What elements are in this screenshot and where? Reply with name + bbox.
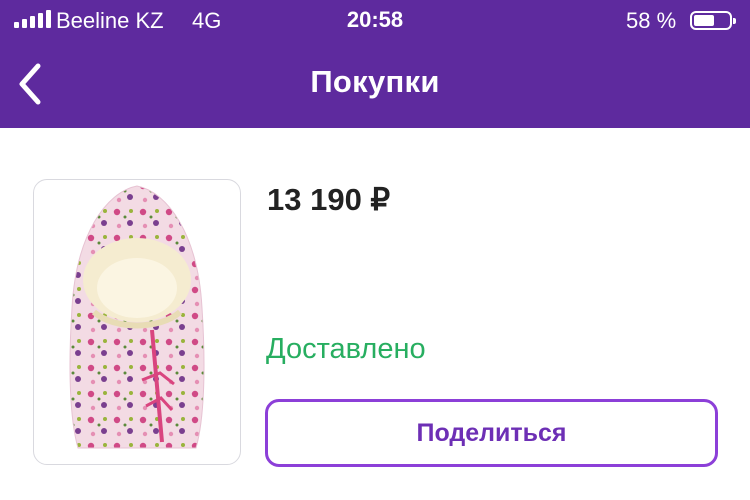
product-image-card[interactable] [33,179,241,465]
battery-fill [694,15,714,26]
battery-percent: 58 % [626,8,677,33]
app-header: Beeline KZ 4G 20:58 58 % Покупки [0,0,750,128]
purchase-price: 13 190 ₽ [267,182,391,217]
page-title: Покупки [310,64,440,99]
delivery-status: Доставлено [266,333,426,365]
battery-icon [690,11,736,30]
share-button[interactable]: Поделиться [265,399,718,467]
status-bar: Beeline KZ 4G 20:58 58 % [0,0,750,44]
product-image [69,185,205,449]
